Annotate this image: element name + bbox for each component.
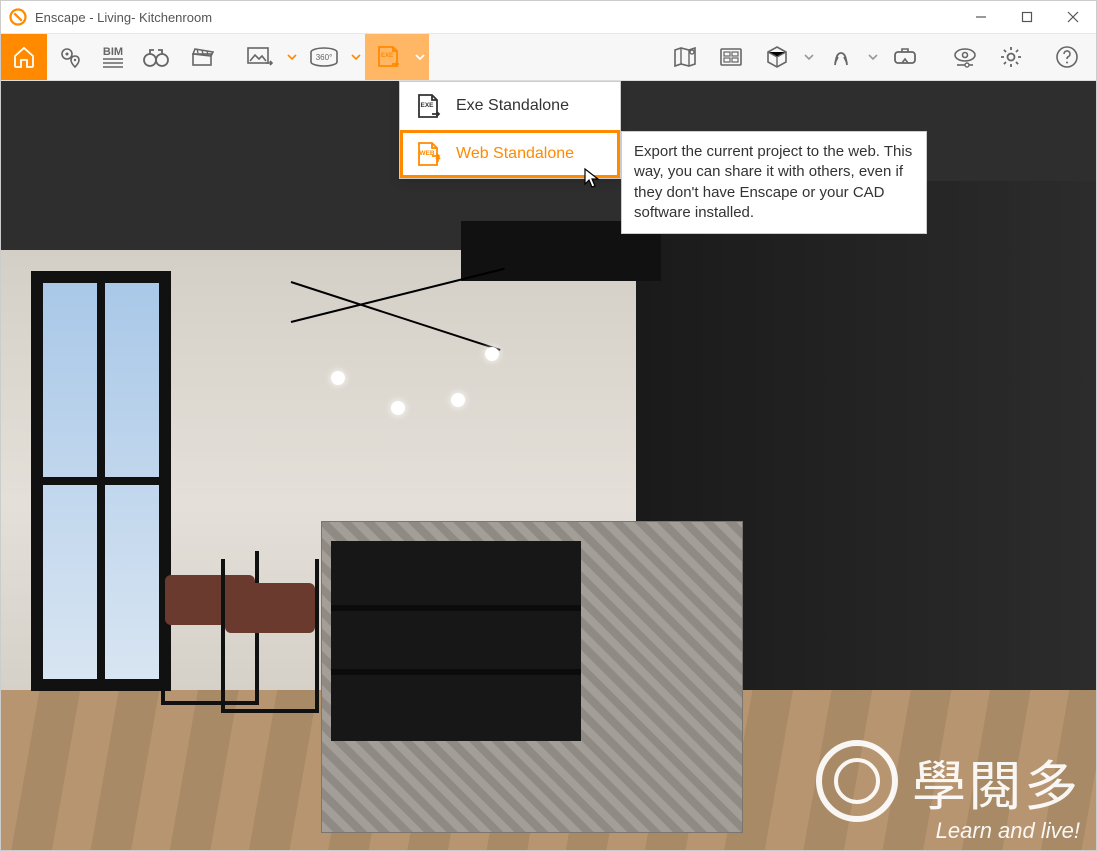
exe-file-icon: EXE	[414, 92, 442, 120]
web-file-icon: WEB	[414, 140, 442, 168]
viewport[interactable]: EXE Exe Standalone WEB Web Standalone Ex…	[1, 81, 1096, 850]
cube-button[interactable]	[754, 34, 800, 80]
export-dropdown-menu: EXE Exe Standalone WEB Web Standalone	[399, 81, 621, 179]
svg-text:360°: 360°	[316, 53, 333, 62]
panorama-dropdown[interactable]	[347, 34, 365, 80]
close-button[interactable]	[1050, 1, 1096, 33]
window-title: Enscape - Living- Kitchenroom	[35, 10, 958, 25]
maximize-button[interactable]	[1004, 1, 1050, 33]
watermark-brand: 學閱多	[912, 742, 1080, 821]
cube-dropdown[interactable]	[800, 34, 818, 80]
clapperboard-button[interactable]	[179, 34, 225, 80]
watermark-ring-icon	[816, 740, 898, 822]
export-image-button[interactable]	[237, 34, 283, 80]
menu-item-label: Exe Standalone	[456, 97, 569, 115]
minimize-button[interactable]	[958, 1, 1004, 33]
app-logo-icon	[9, 8, 27, 26]
svg-text:EXE: EXE	[381, 53, 393, 59]
export-image-dropdown[interactable]	[283, 34, 301, 80]
map-button[interactable]	[662, 34, 708, 80]
settings-button[interactable]	[988, 34, 1034, 80]
binoculars-button[interactable]	[133, 34, 179, 80]
menu-item-web-standalone[interactable]: WEB Web Standalone	[400, 130, 620, 178]
export-exe-dropdown[interactable]	[411, 34, 429, 80]
location-pin-button[interactable]	[47, 34, 93, 80]
export-exe-button[interactable]: EXE	[365, 34, 411, 80]
titlebar: Enscape - Living- Kitchenroom	[1, 1, 1096, 34]
tooltip: Export the current project to the web. T…	[621, 131, 927, 234]
menu-item-exe-standalone[interactable]: EXE Exe Standalone	[400, 82, 620, 130]
window-controls	[958, 1, 1096, 33]
walk-mode-button[interactable]	[818, 34, 864, 80]
visual-settings-button[interactable]	[942, 34, 988, 80]
toolbar: BIM 360° EXE	[1, 34, 1096, 81]
rendered-scene	[1, 81, 1096, 850]
watermark: 學閱多 Learn and live!	[816, 740, 1080, 844]
panorama-360-button[interactable]: 360°	[301, 34, 347, 80]
vr-headset-button[interactable]	[882, 34, 928, 80]
menu-item-label: Web Standalone	[456, 145, 574, 163]
home-button[interactable]	[1, 34, 47, 80]
bim-button[interactable]: BIM	[93, 34, 133, 80]
walk-mode-dropdown[interactable]	[864, 34, 882, 80]
bim-label: BIM	[103, 46, 123, 58]
app-window: Enscape - Living- Kitchenroom BIM	[0, 0, 1097, 851]
help-button[interactable]	[1044, 34, 1090, 80]
svg-text:EXE: EXE	[420, 102, 434, 109]
tooltip-text: Export the current project to the web. T…	[634, 143, 912, 221]
asset-library-button[interactable]	[708, 34, 754, 80]
